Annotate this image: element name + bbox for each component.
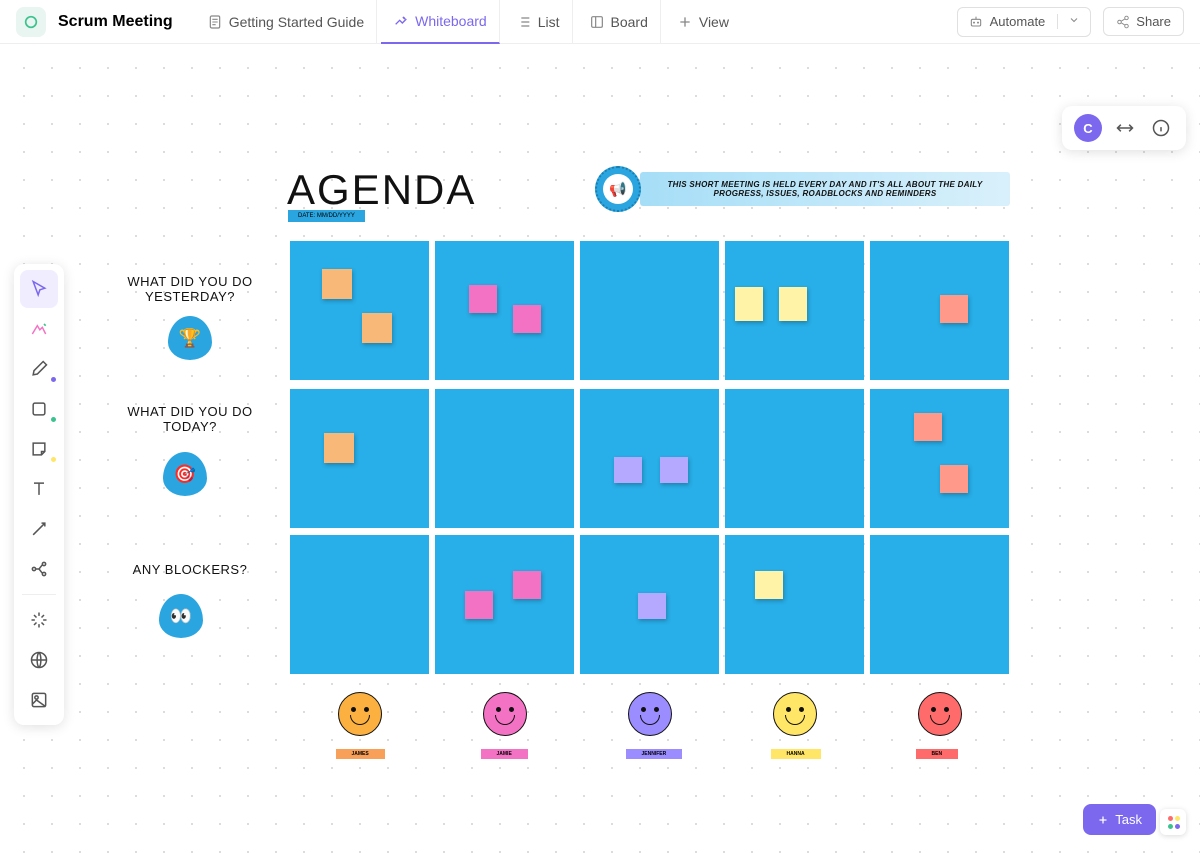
tool-image[interactable] (20, 681, 58, 719)
sticky-note[interactable] (324, 433, 354, 463)
row-label-today: WHAT DID YOU DO TODAY? (115, 404, 265, 434)
tab-whiteboard[interactable]: Whiteboard (381, 0, 500, 44)
info-banner: This short meeting is held every day and… (640, 172, 1010, 206)
target-icon: 🎯 (163, 452, 207, 496)
automate-button[interactable]: Automate (957, 7, 1092, 37)
plus-icon (677, 14, 693, 30)
tab-label: List (538, 14, 560, 30)
sticky-note[interactable] (779, 287, 807, 321)
header: Scrum Meeting Getting Started Guide Whit… (0, 0, 1200, 44)
whiteboard-content[interactable]: AGENDA DATE: MM/DD/YYYY 📢 This short mee… (0, 44, 1200, 853)
float-controls: C (1062, 106, 1186, 150)
list-icon (516, 14, 532, 30)
person-avatar (918, 692, 962, 736)
person-name: JAMIE (481, 749, 528, 759)
grid-cell[interactable] (870, 535, 1009, 674)
plus-icon (1097, 814, 1109, 826)
person-name: JENNIFER (626, 749, 683, 759)
canvas[interactable]: C AGENDA DATE: MM/DD/YYYY 📢 This short m… (0, 44, 1200, 853)
page-title: Scrum Meeting (58, 13, 173, 31)
automate-label: Automate (990, 14, 1046, 29)
tool-text[interactable] (20, 470, 58, 508)
tool-sticky[interactable] (20, 430, 58, 468)
sticky-note[interactable] (465, 591, 493, 619)
person-name: BEN (916, 749, 959, 759)
grid-cell[interactable] (725, 389, 864, 528)
grid-cell[interactable] (725, 535, 864, 674)
person-avatar (483, 692, 527, 736)
agenda-title: AGENDA (287, 166, 476, 214)
sticky-note[interactable] (940, 465, 968, 493)
share-label: Share (1136, 14, 1171, 29)
tool-shape[interactable] (20, 390, 58, 428)
grid-cell[interactable] (435, 241, 574, 380)
date-chip: DATE: MM/DD/YYYY (288, 210, 365, 222)
tab-list[interactable]: List (504, 0, 573, 44)
grid-cell[interactable] (725, 241, 864, 380)
grid-cell[interactable] (290, 535, 429, 674)
share-icon (1116, 15, 1130, 29)
row-label-yesterday: WHAT DID YOU DO YESTERDAY? (115, 274, 265, 304)
person-avatar (628, 692, 672, 736)
grid-cell[interactable] (580, 389, 719, 528)
eyes-icon: 👀 (159, 594, 203, 638)
toolbar (14, 264, 64, 725)
avatar[interactable]: C (1074, 114, 1102, 142)
board-icon (589, 14, 605, 30)
tab-board[interactable]: Board (577, 0, 661, 44)
grid-cell[interactable] (290, 389, 429, 528)
grid-cell[interactable] (580, 241, 719, 380)
whiteboard-icon (393, 13, 409, 29)
apps-button[interactable] (1160, 809, 1186, 835)
tool-select[interactable] (20, 270, 58, 308)
grid-cell[interactable] (580, 535, 719, 674)
grid-cell[interactable] (870, 241, 1009, 380)
sticky-note[interactable] (322, 269, 352, 299)
sticky-note[interactable] (638, 593, 666, 619)
robot-icon (968, 14, 984, 30)
doc-page-icon (207, 14, 223, 30)
sticky-note[interactable] (513, 571, 541, 599)
tab-label: Getting Started Guide (229, 14, 364, 30)
tool-connector[interactable] (20, 510, 58, 548)
tab-label: View (699, 14, 729, 30)
sticky-note[interactable] (614, 457, 642, 483)
sticky-note[interactable] (914, 413, 942, 441)
info-button[interactable] (1148, 115, 1174, 141)
tool-pen[interactable] (20, 350, 58, 388)
grid-cell[interactable] (290, 241, 429, 380)
tab-label: Board (611, 14, 648, 30)
tool-web[interactable] (20, 641, 58, 679)
person-name: JAMES (336, 749, 385, 759)
sticky-note[interactable] (755, 571, 783, 599)
sticky-note[interactable] (660, 457, 688, 483)
fit-width-button[interactable] (1112, 115, 1138, 141)
person-avatar (773, 692, 817, 736)
doc-icon (16, 7, 46, 37)
tool-generate[interactable] (20, 310, 58, 348)
sticky-note[interactable] (362, 313, 392, 343)
tab-label: Whiteboard (415, 13, 487, 29)
person-name: HANNA (771, 749, 821, 759)
person-avatar (338, 692, 382, 736)
task-label: Task (1115, 812, 1142, 827)
tool-ai[interactable] (20, 601, 58, 639)
tab-getting-started[interactable]: Getting Started Guide (195, 0, 377, 44)
sticky-note[interactable] (735, 287, 763, 321)
sticky-note[interactable] (513, 305, 541, 333)
trophy-icon: 🏆 (168, 316, 212, 360)
tab-add-view[interactable]: View (665, 0, 741, 44)
task-button[interactable]: Task (1083, 804, 1156, 835)
sticky-note[interactable] (469, 285, 497, 313)
megaphone-icon: 📢 (595, 166, 641, 212)
share-button[interactable]: Share (1103, 7, 1184, 36)
grid-cell[interactable] (435, 389, 574, 528)
chevron-down-icon (1057, 14, 1080, 29)
sticky-note[interactable] (940, 295, 968, 323)
row-label-blockers: ANY BLOCKERS? (115, 562, 265, 577)
grid-cell[interactable] (435, 535, 574, 674)
grid-cell[interactable] (870, 389, 1009, 528)
tool-mindmap[interactable] (20, 550, 58, 588)
